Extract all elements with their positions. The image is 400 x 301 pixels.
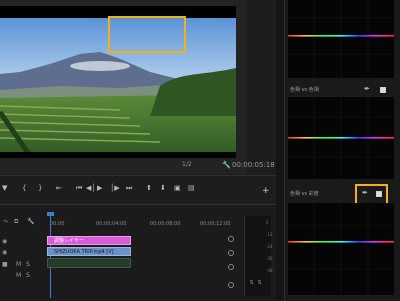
eye-icon[interactable]: ◉ xyxy=(2,249,7,256)
clip-label: 調整レイヤー xyxy=(54,238,84,244)
extract-icon[interactable]: ⬇ xyxy=(160,184,166,192)
playhead-line xyxy=(50,214,51,298)
meter-tick: 0 xyxy=(266,220,269,225)
scroll-handle[interactable] xyxy=(228,236,234,242)
video-clip[interactable]: SHIZUOKA TRIP.mp4 [V] xyxy=(47,247,131,256)
solo-button[interactable]: S xyxy=(250,280,253,286)
linked-icon[interactable]: ⧉ xyxy=(14,218,18,226)
ruler-label: 00:00 xyxy=(50,221,65,227)
eye-icon[interactable]: ◉ xyxy=(2,238,7,245)
scroll-handle[interactable] xyxy=(228,250,234,256)
meter-tick: -24 xyxy=(266,244,273,249)
ruler-label: 00:00:04:00 xyxy=(96,221,127,227)
hue-curve-graph xyxy=(288,0,394,78)
adjustment-layer-clip[interactable]: 調整レイヤー xyxy=(47,236,131,245)
step-back-icon[interactable]: ◀│ xyxy=(86,184,96,192)
enable-checkbox[interactable] xyxy=(380,87,386,93)
scope-3-title: 色相 vs 彩度 xyxy=(290,191,319,197)
scroll-handle[interactable] xyxy=(228,264,234,270)
snap-icon[interactable]: ⤳ xyxy=(3,218,8,226)
solo-button[interactable]: S xyxy=(26,261,30,268)
curve-scope-1[interactable] xyxy=(288,0,394,78)
hue-vs-hue-scope[interactable] xyxy=(288,97,394,179)
panel-divider[interactable] xyxy=(276,0,284,300)
hue-curve-graph xyxy=(288,203,394,295)
clip-label: SHIZUOKA TRIP.mp4 [V] xyxy=(54,249,114,255)
timeline-panel xyxy=(0,204,276,301)
scroll-handle[interactable] xyxy=(228,282,234,288)
marker-icon[interactable]: ▼ xyxy=(2,184,7,192)
ruler-label: 00:00:12:00 xyxy=(200,221,231,227)
wrench-icon[interactable]: 🔧 xyxy=(222,161,231,169)
mark-out-icon[interactable]: } xyxy=(38,184,42,192)
scope-2-title: 色相 vs 色相 xyxy=(290,87,319,93)
add-button-icon[interactable]: + xyxy=(262,186,270,196)
play-icon[interactable]: ▶ xyxy=(97,184,102,192)
meter-tick: -48 xyxy=(266,268,273,273)
compare-icon[interactable]: ▤ xyxy=(188,184,195,192)
wrench-icon[interactable]: 🔧 xyxy=(27,218,34,225)
divider xyxy=(0,175,276,176)
monitor-timecode: 00:00:05:18 xyxy=(232,161,275,169)
go-to-out-icon[interactable]: ⏭ xyxy=(126,184,132,193)
audio-clip[interactable] xyxy=(47,258,131,268)
camera-icon[interactable]: ▣ xyxy=(174,184,181,192)
hue-vs-sat-scope[interactable] xyxy=(288,203,394,295)
program-monitor: 1/2 🔧 00:00:05:18 xyxy=(0,0,275,174)
meter-tick: -36 xyxy=(266,256,273,261)
audio-track-icon[interactable]: ■ xyxy=(2,261,8,268)
solo-button[interactable]: S xyxy=(258,280,261,286)
go-to-in-icon[interactable]: ⇤ xyxy=(56,184,62,192)
go-to-in-point-icon[interactable]: ⏮ xyxy=(76,184,82,193)
solo-button[interactable]: S xyxy=(26,272,30,279)
eyedropper-icon[interactable]: ✒ xyxy=(364,85,370,93)
ruler-label: 00:00:08:00 xyxy=(150,221,181,227)
scope-2-header: 色相 vs 色相 ✒ xyxy=(288,84,394,96)
mark-in-icon[interactable]: { xyxy=(22,184,26,192)
meter-tick: -12 xyxy=(266,232,273,237)
transport-controls: ▼ { } ⇤ ⏮ ◀│ ▶ │▶ ⏭ ⬆ ⬇ ▣ ▤ xyxy=(0,184,276,202)
hue-curve-graph xyxy=(288,97,394,179)
mute-button[interactable]: M xyxy=(16,261,21,268)
video-highlight-box xyxy=(108,16,186,53)
mute-button[interactable]: M xyxy=(16,272,21,279)
step-forward-icon[interactable]: │▶ xyxy=(110,184,120,192)
lift-icon[interactable]: ⬆ xyxy=(146,184,152,192)
resolution-dropdown[interactable]: 1/2 xyxy=(182,161,192,168)
